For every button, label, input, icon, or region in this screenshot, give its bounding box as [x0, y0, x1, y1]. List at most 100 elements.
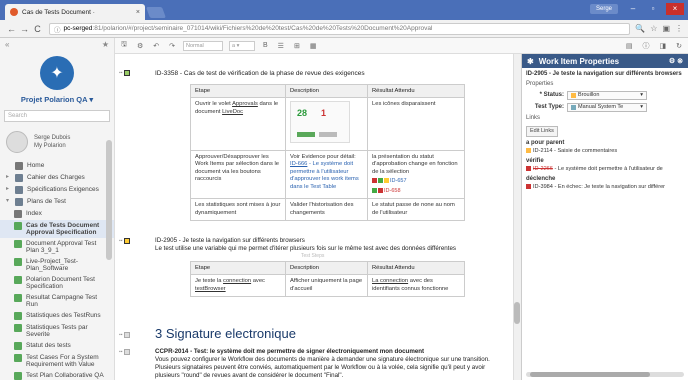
- table-row: Je teste la connection avec testBrowser …: [190, 274, 465, 297]
- polarion-favicon-icon: [10, 8, 18, 16]
- close-window-button[interactable]: ×: [666, 3, 684, 15]
- work-item-title[interactable]: ID-3358 - Cas de test de vérification de…: [155, 70, 365, 77]
- sidebar-subitem[interactable]: Resultat Campagne Test Run: [0, 292, 114, 310]
- document-content: ▪▪ ID-3358 - Cas de test de vérification…: [115, 54, 513, 380]
- sidebar-subitem[interactable]: Test Plan Collaborative QA: [0, 370, 114, 380]
- font-select[interactable]: a ▾: [229, 40, 255, 51]
- table-icon[interactable]: ⊞: [292, 42, 302, 50]
- url-path: :81/polarion/#/project/seminaire_071014/…: [92, 25, 433, 32]
- heading-marker[interactable]: ▪▪: [119, 331, 135, 338]
- work-item-properties-panel: ✱ Work Item Properties ⚙ ⊗ ID-2905 - Je …: [521, 54, 688, 380]
- selected-item-title: ID-2905 - Je teste la navigation sur dif…: [526, 71, 682, 77]
- sidebar-item-specifications[interactable]: ▸ Spécifications Exigences: [0, 184, 114, 196]
- home-icon: [15, 162, 23, 170]
- document-icon: [14, 258, 22, 266]
- new-tab-button[interactable]: [145, 7, 167, 18]
- sidebar-subitem[interactable]: Statistiques Tests par Severite: [0, 322, 114, 340]
- redo-icon[interactable]: ↷: [167, 42, 177, 50]
- undo-icon[interactable]: ↶: [151, 42, 161, 50]
- work-item-marker[interactable]: ▪▪: [119, 237, 135, 244]
- triggers-link[interactable]: ID-3984 - En échec: Je teste la navigati…: [526, 184, 684, 192]
- section-heading[interactable]: 3 Signature electronique: [155, 326, 296, 341]
- sidebar-search-input[interactable]: Search: [4, 110, 110, 122]
- document-icon: [14, 324, 22, 332]
- bold-icon[interactable]: B: [261, 42, 270, 49]
- document-scroll-thumb[interactable]: [514, 302, 520, 324]
- refresh-icon[interactable]: ↻: [674, 42, 684, 50]
- browser-tab[interactable]: Cas de Tests Document · ×: [5, 4, 145, 20]
- save-icon[interactable]: 🖫: [119, 40, 129, 51]
- parent-role-label: a pour parent: [526, 140, 565, 146]
- sidebar-subitem[interactable]: Statistiques des TestRuns: [0, 310, 114, 322]
- sidebar-subitem[interactable]: Statut des tests: [0, 340, 114, 352]
- project-name-dropdown[interactable]: Projet Polarion QA ▾: [0, 95, 114, 104]
- properties-label: Properties: [526, 80, 554, 87]
- test-type-select[interactable]: Manual System Te ▾: [567, 103, 647, 112]
- verifies-link[interactable]: ID-2266 - Le système doit permettre à l'…: [526, 166, 684, 174]
- approvals-thumbnail: 28 1: [290, 101, 350, 143]
- folder-icon: [15, 174, 23, 182]
- panel-title: Work Item Properties: [538, 56, 620, 66]
- user-name: Serge Dubois: [34, 135, 71, 141]
- my-polarion-link[interactable]: My Polarion: [34, 142, 70, 150]
- sidebar-subitem[interactable]: Index: [0, 208, 114, 220]
- menu-icon[interactable]: ⋮: [675, 24, 683, 33]
- sidebar-subitem-selected[interactable]: Cas de Tests Document Approval Specifica…: [0, 220, 114, 238]
- url-input[interactable]: ⓘ pc-serged:81/polarion/#/project/semina…: [49, 22, 631, 35]
- list-icon[interactable]: ☰: [276, 42, 286, 50]
- document-icon: [14, 312, 22, 320]
- sidebar-item-cahier[interactable]: ▸ Cahier des Charges: [0, 172, 114, 184]
- sidebar-subitem[interactable]: Document Approval Test Plan 3_9_1: [0, 238, 114, 256]
- style-select[interactable]: Normal: [183, 40, 223, 51]
- close-tab-icon[interactable]: ×: [136, 9, 140, 16]
- view-icon[interactable]: ▤: [624, 42, 635, 50]
- sidebar-item-plans-de-test[interactable]: ▾ Plans de Test: [0, 196, 114, 208]
- site-info-icon[interactable]: ⓘ: [54, 24, 61, 34]
- collapse-sidebar-icon[interactable]: «: [5, 40, 9, 50]
- verifies-role-label: vérifie: [526, 158, 544, 164]
- sidebar-subitem[interactable]: Test Cases For a System Requirement with…: [0, 352, 114, 370]
- signature-paragraph[interactable]: CCPR-2014 - Test: le système doit me per…: [155, 348, 505, 380]
- favorite-star-icon[interactable]: ★: [102, 40, 109, 50]
- work-item-2[interactable]: ID-2905 - Je teste la navigation sur dif…: [155, 237, 505, 253]
- test-steps-table: Etape Description Résultat Attendu Ouvri…: [190, 84, 465, 221]
- user-avatar: [6, 131, 28, 153]
- sidebar-subitem[interactable]: Live-Project_Test-Plan_Software: [0, 256, 114, 274]
- work-item-marker[interactable]: ▪▪: [119, 69, 135, 76]
- parent-link[interactable]: ID-2114 - Saisie de commentaires: [526, 148, 684, 156]
- document-icon: [14, 210, 22, 218]
- document-icon: [14, 342, 22, 350]
- work-item-marker[interactable]: ▪▪: [119, 348, 135, 355]
- forward-button[interactable]: →: [18, 24, 31, 34]
- edit-links-button[interactable]: Edit Links: [526, 125, 558, 137]
- sidebar-item-home[interactable]: Home: [0, 160, 114, 172]
- info-icon[interactable]: ⓘ: [641, 41, 652, 51]
- image-icon[interactable]: ▦: [308, 42, 319, 50]
- status-select[interactable]: Brouillon ▾: [567, 91, 647, 100]
- user-box[interactable]: Serge Dubois My Polarion: [0, 128, 114, 156]
- panel-settings-close-icons[interactable]: ⚙ ⊗: [669, 57, 683, 65]
- work-item-link[interactable]: ID-666: [290, 161, 307, 167]
- panel-horizontal-scrollbar[interactable]: [526, 372, 684, 377]
- document-icon: [14, 294, 22, 302]
- settings-icon[interactable]: ⚙: [135, 42, 145, 50]
- sidebar-scrollbar[interactable]: [106, 140, 112, 260]
- approval-token[interactable]: ID-657: [372, 178, 460, 186]
- table-header-row: Etape Description Résultat Attendu: [190, 261, 465, 275]
- browser-tab-bar: Cas de Tests Document · × Serge – ▫ ×: [0, 0, 688, 20]
- minimize-button[interactable]: –: [624, 3, 642, 15]
- back-button[interactable]: ←: [5, 24, 18, 34]
- reload-button[interactable]: C: [31, 24, 44, 34]
- sidebar-subitem[interactable]: Polarion Document Test Specification: [0, 274, 114, 292]
- test-steps-table-2: Etape Description Résultat Attendu Je te…: [190, 261, 465, 297]
- panel-toggle-icon[interactable]: ◨: [658, 42, 669, 50]
- test-steps-hint: Test Steps: [301, 253, 325, 259]
- extension-icon[interactable]: ▣: [662, 24, 670, 33]
- bookmark-star-icon[interactable]: ☆: [650, 24, 657, 33]
- project-logo-telescope-icon: ✦: [40, 56, 74, 90]
- zoom-icon[interactable]: 🔍: [635, 24, 645, 33]
- maximize-button[interactable]: ▫: [644, 3, 662, 15]
- document-scrollbar[interactable]: [513, 54, 521, 380]
- approval-token[interactable]: ID-658: [372, 188, 460, 196]
- browser-user-badge[interactable]: Serge: [589, 4, 618, 14]
